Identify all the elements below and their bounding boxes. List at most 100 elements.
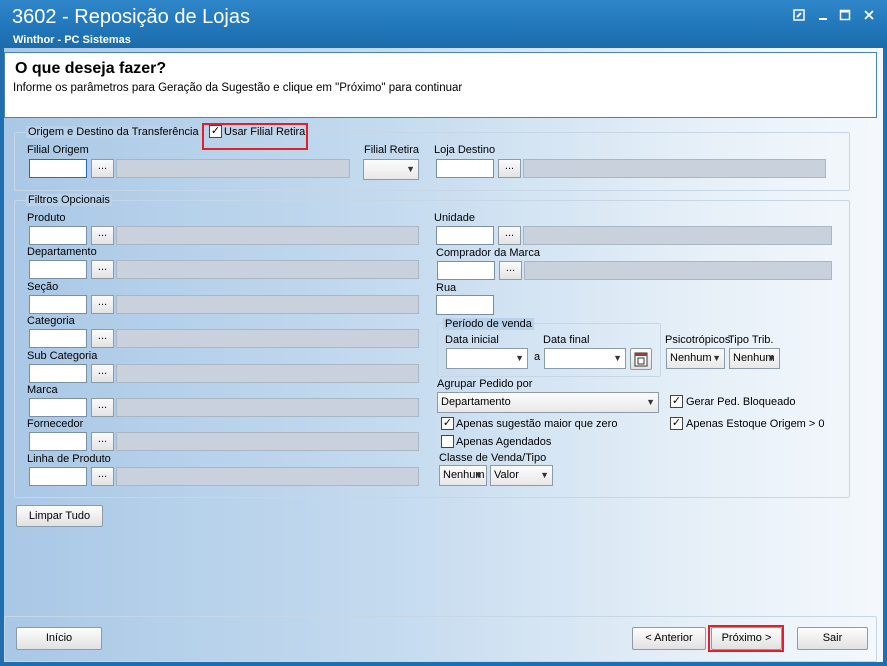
sub-categoria-description <box>116 364 419 383</box>
unidade-input[interactable] <box>436 226 494 245</box>
calendar-button[interactable] <box>630 348 652 370</box>
classe-label: Classe de Venda/Tipo <box>439 452 547 464</box>
secao-input[interactable] <box>29 295 87 314</box>
produto-lookup-button[interactable]: ... <box>91 226 114 245</box>
rua-input[interactable] <box>436 295 494 315</box>
filtros-opcionais-label: Filtros Opcionais <box>26 194 112 206</box>
chevron-down-icon: ▼ <box>474 470 483 480</box>
sub-categoria-lookup-button[interactable]: ... <box>91 364 114 383</box>
unidade-label: Unidade <box>434 212 475 224</box>
categoria-description <box>116 329 419 348</box>
checkmark-icon: ✓ <box>210 125 221 137</box>
proximo-highlight <box>708 625 784 652</box>
fornecedor-lookup-button[interactable]: ... <box>91 432 114 451</box>
comprador-input[interactable] <box>437 261 495 280</box>
edit-window-icon[interactable] <box>790 9 808 25</box>
chevron-down-icon: ▼ <box>767 353 776 363</box>
data-final-label: Data final <box>543 334 590 346</box>
produto-description <box>116 226 419 245</box>
filial-origem-lookup-button[interactable]: ... <box>91 159 114 178</box>
comprador-description <box>524 261 832 280</box>
categoria-label: Categoria <box>27 315 75 327</box>
chevron-down-icon: ▼ <box>712 353 721 363</box>
fornecedor-label: Fornecedor <box>27 418 84 430</box>
close-icon[interactable] <box>860 9 878 25</box>
inicio-button[interactable]: Início <box>16 627 102 650</box>
produto-label: Produto <box>27 212 66 224</box>
data-inicial-field[interactable]: ▼ <box>446 348 528 369</box>
sair-button[interactable]: Sair <box>797 627 868 650</box>
loja-destino-input[interactable] <box>436 159 494 178</box>
filial-origem-description <box>116 159 350 178</box>
loja-destino-lookup-button[interactable]: ... <box>498 159 521 178</box>
comprador-lookup-button[interactable]: ... <box>499 261 522 280</box>
linha-de-produto-description <box>116 467 419 486</box>
loja-destino-description <box>523 159 826 178</box>
apenas-agendados-checkbox[interactable] <box>441 435 454 448</box>
psicotropicos-select[interactable]: Nenhum ▼ <box>666 348 725 369</box>
agrupar-label: Agrupar Pedido por <box>437 378 533 390</box>
data-final-field[interactable]: ▼ <box>544 348 626 369</box>
marca-label: Marca <box>27 384 58 396</box>
chevron-down-icon: ▼ <box>646 397 655 407</box>
linha-de-produto-label: Linha de Produto <box>27 453 111 465</box>
marca-input[interactable] <box>29 398 87 417</box>
chevron-down-icon: ▼ <box>540 470 549 480</box>
psicotropicos-label: Psicotrópicos <box>665 334 731 346</box>
loja-destino-label: Loja Destino <box>434 144 496 156</box>
departamento-input[interactable] <box>29 260 87 279</box>
checkmark-icon: ✓ <box>671 395 682 407</box>
agrupar-select[interactable]: Departamento ▼ <box>437 392 659 413</box>
checkmark-icon: ✓ <box>671 417 682 429</box>
usar-filial-retira-label: Usar Filial Retira <box>224 126 306 138</box>
unidade-description <box>523 226 832 245</box>
classe-venda-select[interactable]: Nenhum ▼ <box>439 465 487 486</box>
page-description: Informe os parâmetros para Geração da Su… <box>13 82 463 94</box>
fornecedor-input[interactable] <box>29 432 87 451</box>
page-title: O que deseja fazer? <box>15 60 167 77</box>
classe-tipo-select[interactable]: Valor ▼ <box>490 465 553 486</box>
marca-lookup-button[interactable]: ... <box>91 398 114 417</box>
gerar-bloqueado-label: Gerar Ped. Bloqueado <box>686 396 796 408</box>
comprador-label: Comprador da Marca <box>436 247 540 259</box>
window-subtitle: Winthor - PC Sistemas <box>13 34 131 46</box>
filial-origem-input[interactable] <box>29 159 87 178</box>
maximize-icon[interactable] <box>836 9 854 25</box>
periodo-label: Período de venda <box>443 318 534 330</box>
gerar-bloqueado-checkbox[interactable]: ✓ <box>670 395 683 408</box>
secao-label: Seção <box>27 281 59 293</box>
secao-lookup-button[interactable]: ... <box>91 295 114 314</box>
window-title: 3602 - Reposição de Lojas <box>12 6 250 28</box>
tipo-trib-select[interactable]: Nenhum ▼ <box>729 348 780 369</box>
usar-filial-retira-checkbox[interactable]: ✓ <box>209 125 222 138</box>
apenas-agendados-label: Apenas Agendados <box>456 436 552 448</box>
categoria-input[interactable] <box>29 329 87 348</box>
chevron-down-icon: ▼ <box>613 353 622 363</box>
data-inicial-label: Data inicial <box>445 334 499 346</box>
apenas-sugestao-checkbox[interactable]: ✓ <box>441 417 454 430</box>
calendar-icon <box>634 352 648 367</box>
limpar-tudo-button[interactable]: Limpar Tudo <box>16 505 103 527</box>
filial-retira-select[interactable]: ▼ <box>363 159 419 180</box>
tipo-trib-label: Tipo Trib. <box>728 334 774 346</box>
chevron-down-icon: ▼ <box>406 164 415 174</box>
apenas-estoque-checkbox[interactable]: ✓ <box>670 417 683 430</box>
unidade-lookup-button[interactable]: ... <box>498 226 521 245</box>
minimize-icon[interactable] <box>814 9 832 25</box>
checkmark-icon: ✓ <box>442 417 453 429</box>
anterior-button[interactable]: < Anterior <box>632 627 706 650</box>
apenas-sugestao-label: Apenas sugestão maior que zero <box>456 418 618 430</box>
fornecedor-description <box>116 432 419 451</box>
produto-input[interactable] <box>29 226 87 245</box>
linha-de-produto-input[interactable] <box>29 467 87 486</box>
categoria-lookup-button[interactable]: ... <box>91 329 114 348</box>
linha-de-produto-lookup-button[interactable]: ... <box>91 467 114 486</box>
filial-retira-label: Filial Retira <box>364 144 420 156</box>
secao-description <box>116 295 419 314</box>
departamento-label: Departamento <box>27 246 97 258</box>
filial-origem-label: Filial Origem <box>27 144 89 156</box>
chevron-down-icon: ▼ <box>515 353 524 363</box>
marca-description <box>116 398 419 417</box>
sub-categoria-input[interactable] <box>29 364 87 383</box>
departamento-lookup-button[interactable]: ... <box>91 260 114 279</box>
